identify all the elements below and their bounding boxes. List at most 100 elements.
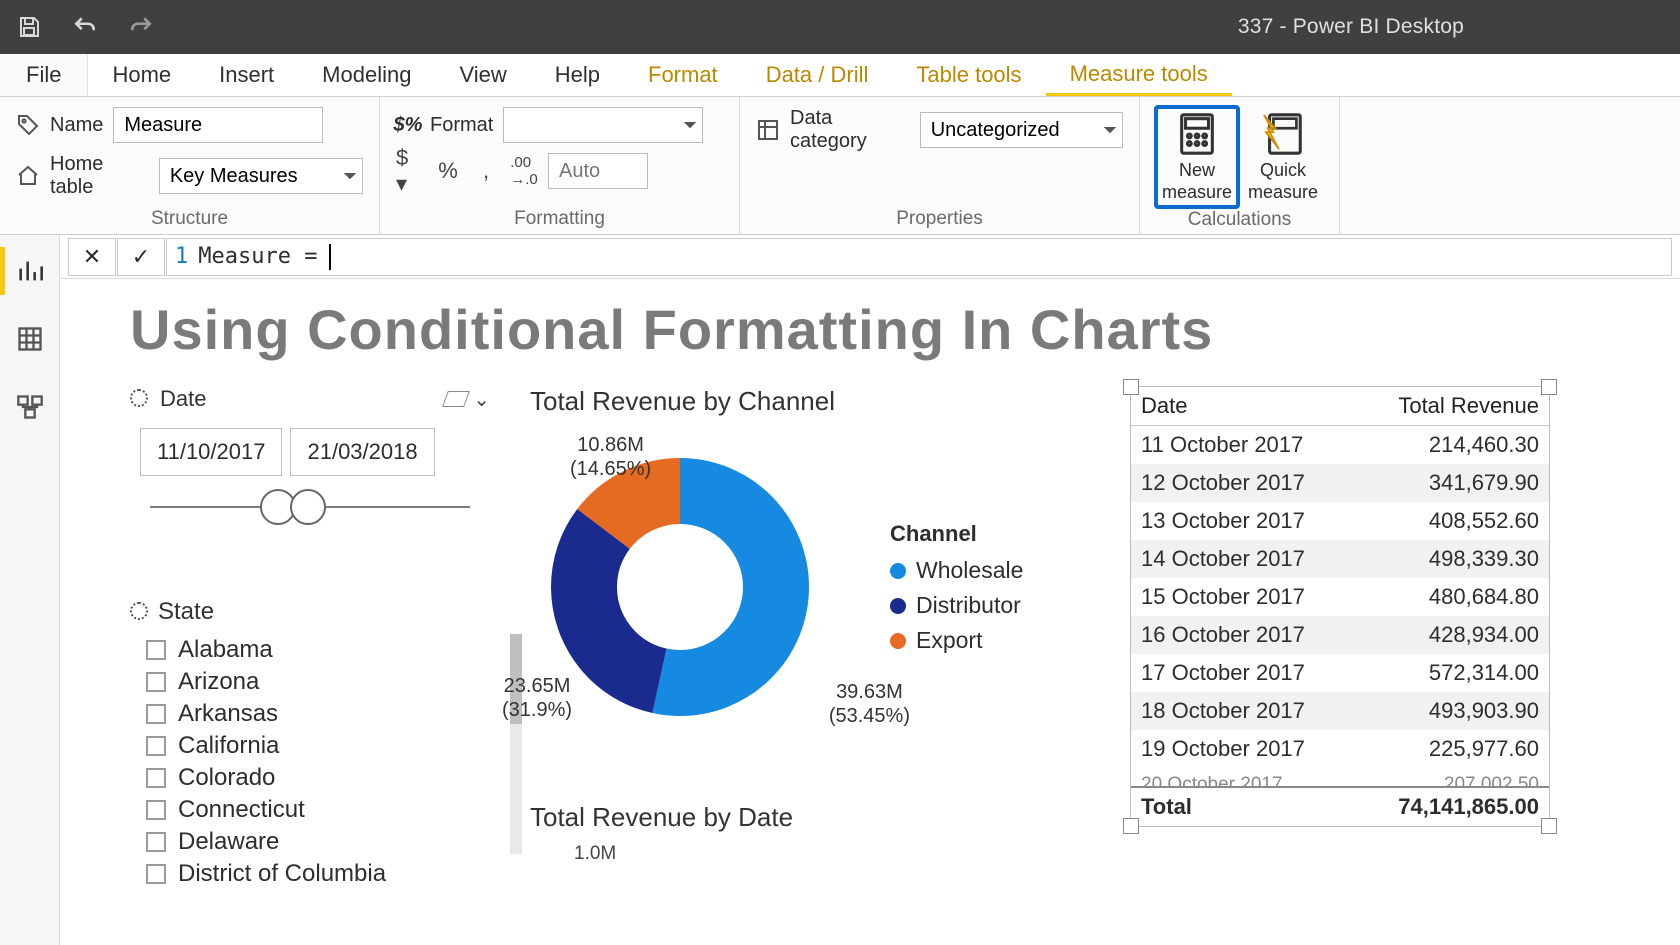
clear-slicer-icon[interactable]: [442, 391, 470, 407]
date-slicer-label: Date: [160, 386, 206, 412]
data-view-button[interactable]: [12, 321, 48, 357]
donut-label-export: 10.86M (14.65%): [570, 433, 651, 481]
checkbox-icon[interactable]: [146, 800, 166, 820]
group-label-properties: Properties: [756, 206, 1123, 230]
save-icon[interactable]: [16, 14, 42, 40]
table-row[interactable]: 19 October 2017225,977.60: [1131, 730, 1549, 768]
date-slider[interactable]: [150, 506, 470, 508]
tab-help[interactable]: Help: [531, 54, 624, 96]
decimal-button[interactable]: .00→.0: [510, 155, 538, 187]
home-table-select[interactable]: Key Measures: [159, 158, 363, 194]
new-measure-button[interactable]: New measure: [1156, 107, 1238, 207]
new-measure-label: New measure: [1162, 159, 1232, 203]
donut-visual[interactable]: Total Revenue by Channel 10.86: [530, 386, 1090, 890]
format-icon: $%: [396, 113, 420, 137]
formula-line-number: 1: [175, 244, 188, 269]
ribbon: Name Home table Key Measures Structure $…: [0, 97, 1680, 235]
checkbox-icon[interactable]: [146, 832, 166, 852]
state-item: Colorado: [130, 762, 490, 794]
group-label-calculations: Calculations: [1156, 207, 1323, 231]
table-total-row: Total 74,141,865.00: [1131, 786, 1549, 826]
tab-measure-tools[interactable]: Measure tools: [1046, 54, 1232, 96]
date-from-input[interactable]: 11/10/2017: [140, 428, 282, 476]
formula-text: Measure =: [198, 244, 317, 269]
table-row[interactable]: 13 October 2017408,552.60: [1131, 502, 1549, 540]
quick-measure-button[interactable]: Quick measure: [1242, 107, 1324, 207]
table-row[interactable]: 16 October 2017428,934.00: [1131, 616, 1549, 654]
table-row[interactable]: 17 October 2017572,314.00: [1131, 654, 1549, 692]
checkbox-icon[interactable]: [146, 864, 166, 884]
tab-file[interactable]: File: [0, 54, 88, 96]
date-slicer[interactable]: Date ⌄ 11/10/2017 21/03/2018: [130, 386, 490, 890]
tab-modeling[interactable]: Modeling: [298, 54, 435, 96]
checkbox-icon[interactable]: [146, 640, 166, 660]
checkbox-icon[interactable]: [146, 736, 166, 756]
legend-dot-icon: [890, 563, 906, 579]
state-item: Arkansas: [130, 698, 490, 730]
redo-icon[interactable]: [128, 14, 154, 40]
measure-name-input[interactable]: [113, 107, 323, 143]
decimal-places-input[interactable]: [548, 153, 648, 189]
linechart-ytick: 1.0M: [574, 843, 1090, 865]
view-rail: [0, 235, 60, 945]
checkbox-icon[interactable]: [146, 768, 166, 788]
category-icon: [756, 118, 780, 142]
group-label-structure: Structure: [16, 206, 363, 230]
resize-handle-icon[interactable]: [1123, 379, 1139, 395]
donut-title: Total Revenue by Channel: [530, 386, 1090, 417]
table-row[interactable]: 15 October 2017480,684.80: [1131, 578, 1549, 616]
resize-handle-icon[interactable]: [1541, 818, 1557, 834]
state-item: District of Columbia: [130, 858, 490, 890]
donut-legend: Channel Wholesale Distributor Export: [890, 521, 1023, 658]
state-item: Arizona: [130, 666, 490, 698]
tag-icon: [16, 113, 40, 137]
model-view-button[interactable]: [12, 389, 48, 425]
tab-table-tools[interactable]: Table tools: [892, 54, 1045, 96]
table-header: Date Total Revenue: [1131, 387, 1549, 426]
tab-format[interactable]: Format: [624, 54, 742, 96]
tab-home[interactable]: Home: [88, 54, 195, 96]
state-slicer-label: State: [158, 598, 214, 626]
ribbon-group-structure: Name Home table Key Measures Structure: [0, 97, 380, 234]
resize-handle-icon[interactable]: [1541, 379, 1557, 395]
percent-button[interactable]: %: [434, 155, 462, 187]
table-visual[interactable]: Date Total Revenue 11 October 2017214,46…: [1130, 386, 1550, 827]
table-row[interactable]: 18 October 2017493,903.90: [1131, 692, 1549, 730]
col-revenue[interactable]: Total Revenue: [1365, 387, 1549, 425]
table-row[interactable]: 14 October 2017498,339.30: [1131, 540, 1549, 578]
tab-insert[interactable]: Insert: [195, 54, 298, 96]
format-select[interactable]: [503, 107, 703, 143]
table-row[interactable]: 11 October 2017214,460.30: [1131, 426, 1549, 464]
tab-data-drill[interactable]: Data / Drill: [742, 54, 893, 96]
currency-button[interactable]: $ ▾: [396, 155, 424, 187]
legend-item: Distributor: [890, 588, 1023, 623]
table-row[interactable]: 12 October 2017341,679.90: [1131, 464, 1549, 502]
thousands-button[interactable]: ,: [472, 155, 500, 187]
slicer-indicator-icon: [130, 598, 154, 626]
state-item: California: [130, 730, 490, 762]
checkbox-icon[interactable]: [146, 672, 166, 692]
tab-view[interactable]: View: [435, 54, 530, 96]
report-view-button[interactable]: [12, 253, 48, 289]
checkbox-icon[interactable]: [146, 704, 166, 724]
date-to-input[interactable]: 21/03/2018: [290, 428, 434, 476]
data-category-select[interactable]: Uncategorized: [920, 112, 1123, 148]
report-canvas[interactable]: Using Conditional Formatting In Charts D…: [60, 279, 1680, 945]
slider-thumb-to[interactable]: [290, 489, 326, 525]
formula-input[interactable]: 1 Measure =: [166, 238, 1672, 276]
formula-commit-button[interactable]: ✓: [117, 238, 165, 276]
formula-cancel-button[interactable]: ✕: [68, 238, 116, 276]
chevron-down-icon[interactable]: ⌄: [473, 387, 490, 412]
donut-label-wholesale: 39.63M (53.45%): [829, 680, 910, 728]
resize-handle-icon[interactable]: [1123, 818, 1139, 834]
state-slicer-header[interactable]: State: [130, 598, 490, 626]
format-label: Format: [430, 114, 493, 137]
state-slicer-list[interactable]: Alabama Arizona Arkansas California Colo…: [130, 634, 490, 890]
undo-icon[interactable]: [72, 14, 98, 40]
table-body: 11 October 2017214,460.3012 October 2017…: [1131, 426, 1549, 768]
category-label: Data category: [790, 107, 910, 153]
scrollbar[interactable]: [510, 634, 522, 854]
col-date[interactable]: Date: [1131, 387, 1365, 425]
total-value: 74,141,865.00: [1365, 788, 1549, 826]
legend-dot-icon: [890, 598, 906, 614]
